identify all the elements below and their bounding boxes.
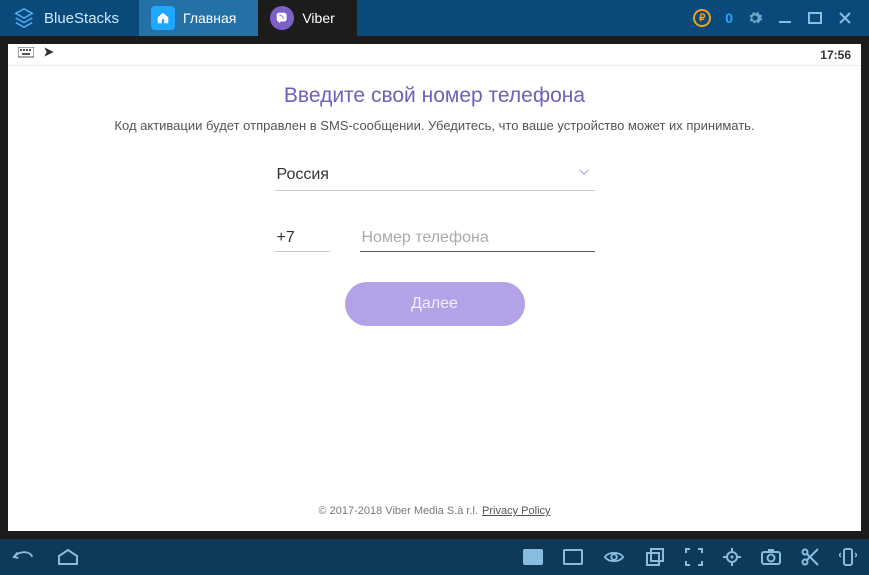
tab-viber-label: Viber bbox=[302, 10, 334, 26]
location-icon[interactable] bbox=[723, 548, 741, 566]
footer: © 2017-2018 Viber Media S.à r.l. Privacy… bbox=[318, 491, 550, 531]
coin-icon[interactable]: ₽ bbox=[693, 9, 711, 27]
tab-viber[interactable]: Viber bbox=[258, 0, 356, 36]
files-icon[interactable] bbox=[645, 548, 665, 566]
copyright-text: © 2017-2018 Viber Media S.à r.l. bbox=[318, 505, 478, 517]
shake-icon[interactable] bbox=[839, 547, 857, 567]
bluestacks-status-icon bbox=[42, 45, 56, 64]
phone-number-input[interactable] bbox=[360, 225, 595, 252]
android-navbar bbox=[0, 539, 869, 575]
keyboard-toggle-off-icon[interactable] bbox=[563, 549, 583, 565]
country-label: Россия bbox=[277, 166, 329, 184]
app-window: BlueStacks Главная Viber ₽ 0 bbox=[0, 0, 869, 575]
home-icon bbox=[151, 6, 175, 30]
maximize-icon[interactable] bbox=[807, 10, 823, 26]
tab-home[interactable]: Главная bbox=[139, 0, 258, 36]
country-code-input[interactable] bbox=[275, 225, 330, 252]
country-selector[interactable]: Россия bbox=[275, 159, 595, 191]
back-icon[interactable] bbox=[12, 548, 34, 566]
chevron-down-icon bbox=[575, 163, 593, 186]
page-title: Введите свой номер телефона bbox=[284, 84, 585, 108]
titlebar: BlueStacks Главная Viber ₽ 0 bbox=[0, 0, 869, 36]
page-subtitle: Код активации будет отправлен в SMS-сооб… bbox=[74, 118, 794, 133]
status-time: 17:56 bbox=[820, 48, 851, 62]
viber-screen: Введите свой номер телефона Код активаци… bbox=[8, 66, 861, 531]
keyboard-toggle-on-icon[interactable] bbox=[523, 549, 543, 565]
tab-home-label: Главная bbox=[183, 10, 236, 26]
coin-count: 0 bbox=[725, 10, 733, 26]
bluestacks-title: BlueStacks bbox=[44, 10, 119, 27]
app-viewport: 17:56 Введите свой номер телефона Код ак… bbox=[0, 36, 869, 539]
viber-icon bbox=[270, 6, 294, 30]
gear-icon[interactable] bbox=[747, 10, 763, 26]
keyboard-status-icon bbox=[18, 46, 34, 64]
scissors-icon[interactable] bbox=[801, 548, 819, 566]
close-icon[interactable] bbox=[837, 10, 853, 26]
next-button[interactable]: Далее bbox=[345, 282, 525, 326]
phone-row bbox=[275, 225, 595, 252]
eye-icon[interactable] bbox=[603, 549, 625, 565]
camera-icon[interactable] bbox=[761, 549, 781, 565]
bluestacks-logo-icon bbox=[8, 2, 40, 34]
home-nav-icon[interactable] bbox=[56, 548, 80, 566]
minimize-icon[interactable] bbox=[777, 10, 793, 26]
titlebar-controls: ₽ 0 bbox=[693, 9, 869, 27]
android-statusbar: 17:56 bbox=[8, 44, 861, 66]
privacy-link[interactable]: Privacy Policy bbox=[482, 505, 550, 517]
fullscreen-icon[interactable] bbox=[685, 548, 703, 566]
